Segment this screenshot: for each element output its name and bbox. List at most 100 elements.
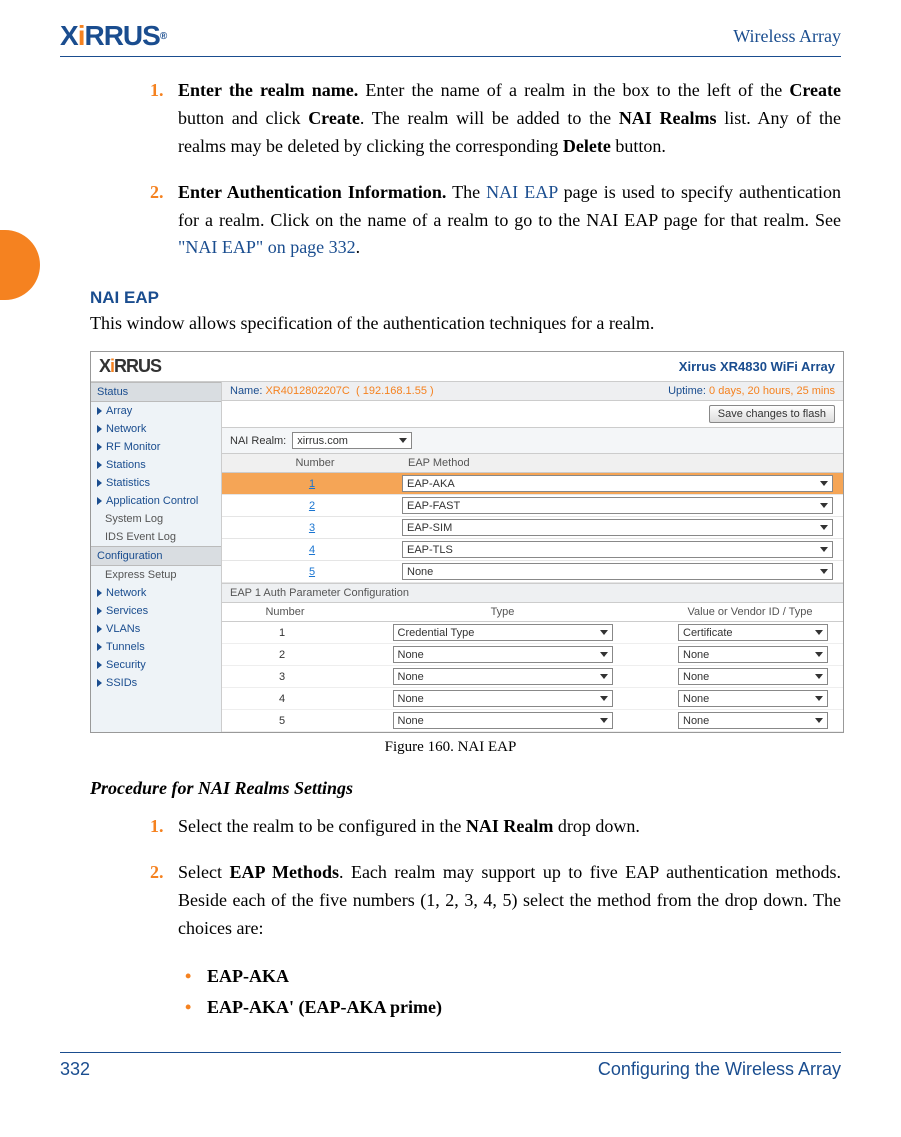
chevron-down-icon <box>820 569 828 574</box>
param-type-dropdown[interactable]: None <box>393 646 613 663</box>
step-1: 1. Enter the realm name. Enter the name … <box>150 77 841 161</box>
param-row: 3 None None <box>222 666 843 688</box>
sidebar-item-ids-log[interactable]: IDS Event Log <box>91 528 221 546</box>
step-number: 1. <box>150 77 178 161</box>
arrow-icon <box>97 497 102 505</box>
sidebar-item-cfg-services[interactable]: Services <box>91 602 221 620</box>
eap-method-dropdown[interactable]: EAP-AKA <box>402 475 833 492</box>
chevron-down-icon <box>600 696 608 701</box>
arrow-icon <box>97 425 102 433</box>
step-text: Select the realm to be configured in the… <box>178 813 841 841</box>
shot-title: Xirrus XR4830 WiFi Array <box>679 359 835 374</box>
arrow-icon <box>97 643 102 651</box>
nai-eap-ref-link[interactable]: "NAI EAP" on page 332 <box>178 237 356 257</box>
nai-realm-label: NAI Realm: <box>230 435 286 447</box>
sidebar-item-cfg-vlans[interactable]: VLANs <box>91 620 221 638</box>
sidebar-item-statistics[interactable]: Statistics <box>91 474 221 492</box>
sidebar-item-cfg-network[interactable]: Network <box>91 584 221 602</box>
param-type-dropdown[interactable]: None <box>393 668 613 685</box>
eap-method-dropdown[interactable]: EAP-FAST <box>402 497 833 514</box>
chevron-down-icon <box>815 696 823 701</box>
param-number: 5 <box>222 715 342 727</box>
arrow-icon <box>97 443 102 451</box>
eap-row-link[interactable]: 1 <box>309 478 315 490</box>
chevron-down-icon <box>820 503 828 508</box>
param-number: 4 <box>222 693 342 705</box>
sidebar-item-rf-monitor[interactable]: RF Monitor <box>91 438 221 456</box>
sidebar-item-network[interactable]: Network <box>91 420 221 438</box>
param-row: 5 None None <box>222 710 843 732</box>
main-panel: Name: XR4012802207C ( 192.168.1.55 ) Upt… <box>222 382 843 732</box>
nai-realm-dropdown[interactable]: xirrus.com <box>292 432 412 449</box>
sidebar-item-express-setup[interactable]: Express Setup <box>91 566 221 584</box>
sidebar-item-cfg-ssids[interactable]: SSIDs <box>91 674 221 692</box>
procedure-title: Procedure for NAI Realms Settings <box>90 778 841 799</box>
eap-row: 1 EAP-AKA <box>222 473 843 495</box>
sidebar-item-array[interactable]: Array <box>91 402 221 420</box>
arrow-icon <box>97 679 102 687</box>
param-type-dropdown[interactable]: Credential Type <box>393 624 613 641</box>
param-value-dropdown[interactable]: Certificate <box>678 624 828 641</box>
sidebar-item-stations[interactable]: Stations <box>91 456 221 474</box>
page-footer: 332 Configuring the Wireless Array <box>60 1052 841 1080</box>
xirrus-logo: XiRRUS® <box>60 20 166 52</box>
chevron-down-icon <box>815 674 823 679</box>
param-type-dropdown[interactable]: None <box>393 690 613 707</box>
figure-caption: Figure 160. NAI EAP <box>60 739 841 756</box>
chevron-down-icon <box>600 718 608 723</box>
eap-method-dropdown[interactable]: EAP-TLS <box>402 541 833 558</box>
param-value-dropdown[interactable]: None <box>678 712 828 729</box>
arrow-icon <box>97 625 102 633</box>
sidebar-status-title: Status <box>91 382 221 402</box>
sidebar-item-system-log[interactable]: System Log <box>91 510 221 528</box>
eap-row: 5 None <box>222 561 843 583</box>
step-text: Select EAP Methods. Each realm may suppo… <box>178 859 841 943</box>
bullet-item: • EAP-AKA <box>185 961 841 992</box>
param-value-dropdown[interactable]: None <box>678 646 828 663</box>
eap-row-link[interactable]: 3 <box>309 522 315 534</box>
device-name: XR4012802207C <box>265 385 349 397</box>
nai-eap-link[interactable]: NAI EAP <box>486 182 557 202</box>
bullet-icon: • <box>185 961 207 992</box>
param-value-dropdown[interactable]: None <box>678 690 828 707</box>
param-value-dropdown[interactable]: None <box>678 668 828 685</box>
bullet-item: • EAP-AKA' (EAP-AKA prime) <box>185 992 841 1023</box>
arrow-icon <box>97 589 102 597</box>
col-type: Type <box>348 603 657 621</box>
chevron-down-icon <box>820 547 828 552</box>
chevron-down-icon <box>820 481 828 486</box>
param-number: 1 <box>222 627 342 639</box>
uptime-value: 0 days, 20 hours, 25 mins <box>709 385 835 397</box>
step-number: 1. <box>150 813 178 841</box>
screenshot-panel: XiRRUS Xirrus XR4830 WiFi Array Status A… <box>90 351 844 733</box>
eap-method-dropdown[interactable]: None <box>402 563 833 580</box>
eap-row-link[interactable]: 5 <box>309 566 315 578</box>
section-paragraph: This window allows specification of the … <box>90 310 841 337</box>
name-label: Name: <box>230 385 262 397</box>
footer-title: Configuring the Wireless Array <box>598 1059 841 1080</box>
eap-row-link[interactable]: 4 <box>309 544 315 556</box>
sidebar-item-cfg-tunnels[interactable]: Tunnels <box>91 638 221 656</box>
eap-row-link[interactable]: 2 <box>309 500 315 512</box>
page-header: XiRRUS® Wireless Array <box>60 20 841 57</box>
step-number: 2. <box>150 179 178 263</box>
shot-logo: XiRRUS <box>99 356 161 377</box>
sidebar-item-app-control[interactable]: Application Control <box>91 492 221 510</box>
eap-row: 3 EAP-SIM <box>222 517 843 539</box>
arrow-icon <box>97 607 102 615</box>
param-row: 4 None None <box>222 688 843 710</box>
col-number: Number <box>222 603 348 621</box>
param-type-dropdown[interactable]: None <box>393 712 613 729</box>
sidebar-item-cfg-security[interactable]: Security <box>91 656 221 674</box>
proc-step-1: 1. Select the realm to be configured in … <box>150 813 841 841</box>
save-button[interactable]: Save changes to flash <box>709 405 835 423</box>
param-number: 2 <box>222 649 342 661</box>
eap-method-dropdown[interactable]: EAP-SIM <box>402 519 833 536</box>
col-eap-method: EAP Method <box>408 454 843 472</box>
chevron-down-icon <box>600 630 608 635</box>
header-title: Wireless Array <box>733 26 841 47</box>
arrow-icon <box>97 661 102 669</box>
eap-methods-table: Number EAP Method 1 EAP-AKA 2 EAP-FAST 3… <box>222 454 843 583</box>
step-text: Enter Authentication Information. The NA… <box>178 179 841 263</box>
param-row: 1 Credential Type Certificate <box>222 622 843 644</box>
